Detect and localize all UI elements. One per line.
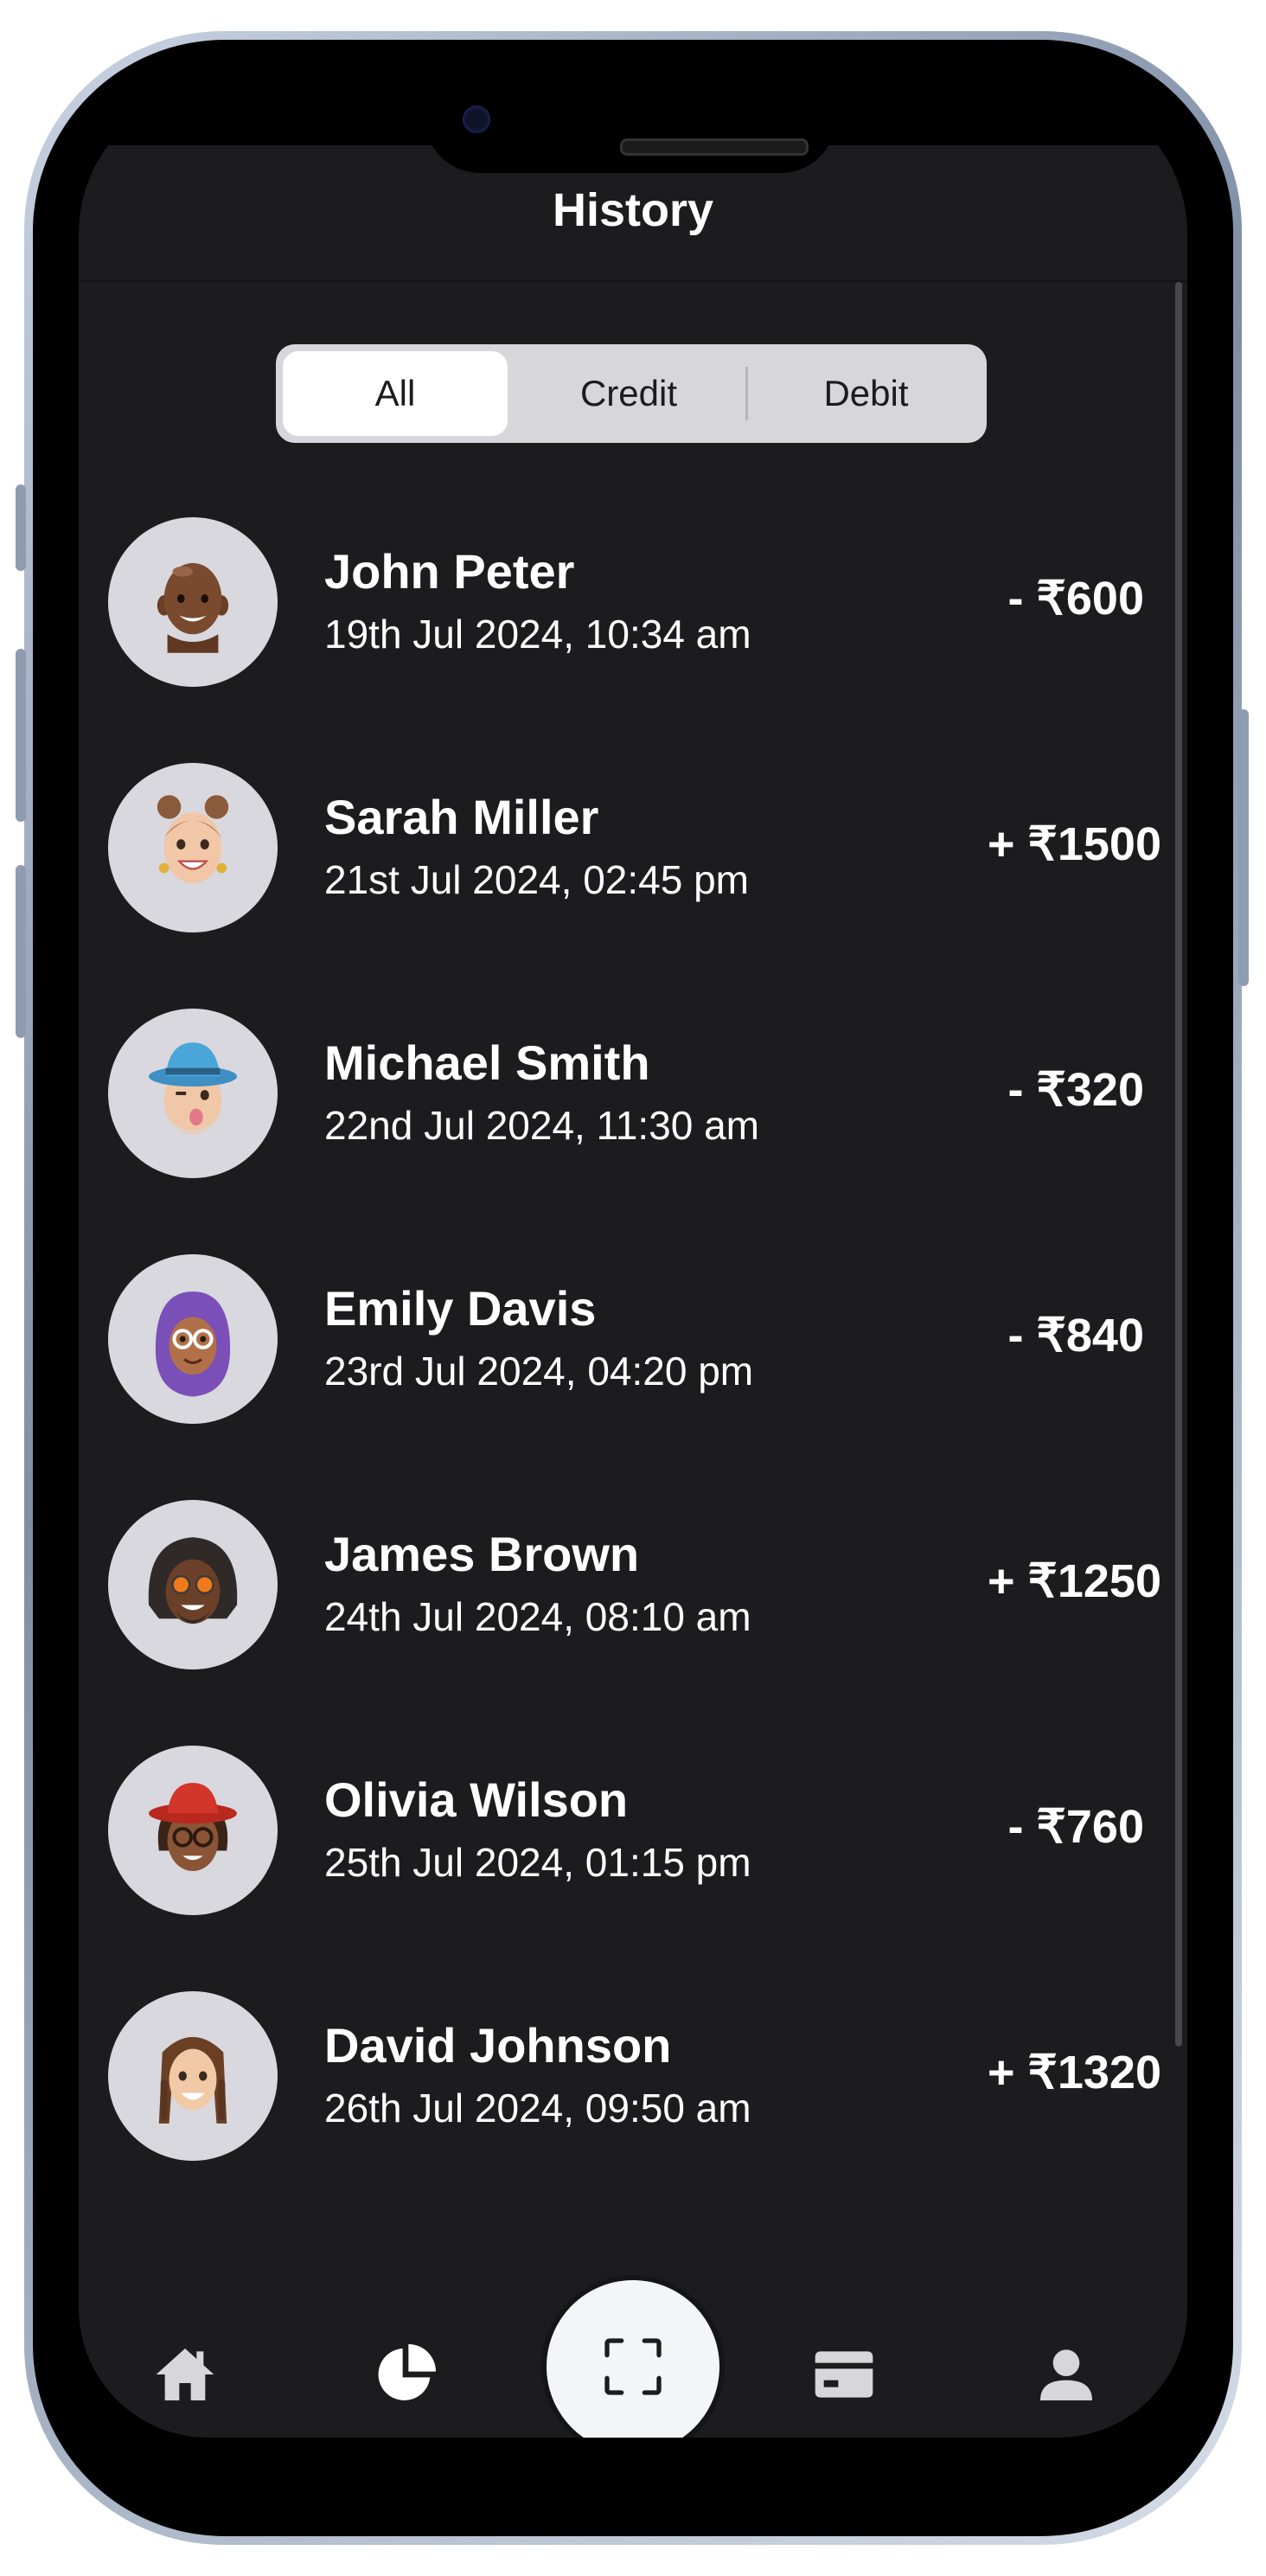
bottom-navigation: [79, 2266, 1187, 2438]
memoji-woman-red-hat-icon: [149, 1783, 237, 1872]
segment-divider: [745, 367, 748, 420]
camera-icon: [463, 106, 490, 133]
transaction-amount: + ₹1500: [987, 818, 1161, 870]
avatar: [108, 1991, 278, 2161]
transaction-date: 21st Jul 2024, 02:45 pm: [324, 857, 749, 902]
transaction-amount: - ₹320: [1007, 1064, 1144, 1116]
side-button-volume-up: [16, 649, 26, 822]
transaction-row[interactable]: Olivia Wilson 25th Jul 2024, 01:15 pm - …: [79, 1746, 1187, 1919]
transaction-name: John Peter: [324, 544, 575, 599]
tab-all[interactable]: All: [283, 351, 508, 436]
transaction-amount: + ₹1250: [987, 1555, 1161, 1607]
transaction-amount: - ₹600: [1007, 573, 1144, 625]
side-button-volume-down: [16, 865, 26, 1038]
transaction-row[interactable]: Sarah Miller 21st Jul 2024, 02:45 pm + ₹…: [79, 763, 1187, 936]
transaction-date: 24th Jul 2024, 08:10 am: [324, 1594, 751, 1639]
side-button-silent: [16, 484, 26, 571]
memoji-man-blue-hat-icon: [149, 1042, 237, 1135]
pie-chart-icon: [378, 2344, 436, 2400]
home-icon: [156, 2349, 214, 2400]
transaction-row[interactable]: James Brown 24th Jul 2024, 08:10 am + ₹1…: [79, 1500, 1187, 1673]
nav-stats[interactable]: [367, 2336, 444, 2413]
page-title: History: [552, 184, 714, 236]
memoji-woman-buns-icon: [157, 795, 229, 884]
memoji-bald-man-icon: [157, 562, 229, 653]
avatar: [108, 1746, 278, 1915]
transaction-date: 23rd Jul 2024, 04:20 pm: [324, 1349, 754, 1394]
avatar: [108, 1500, 278, 1669]
scan-button[interactable]: [547, 2280, 719, 2438]
avatar: [108, 763, 278, 932]
transaction-name: Emily Davis: [324, 1281, 597, 1336]
transaction-date: 26th Jul 2024, 09:50 am: [324, 2086, 751, 2131]
transaction-row[interactable]: Emily Davis 23rd Jul 2024, 04:20 pm - ₹8…: [79, 1254, 1187, 1427]
memoji-woman-hijab-icon: [155, 1291, 231, 1397]
transaction-date: 19th Jul 2024, 10:34 am: [324, 612, 751, 657]
avatar: [108, 1009, 278, 1178]
transaction-amount: - ₹840: [1007, 1310, 1144, 1362]
memoji-man-braids-icon: [158, 2036, 227, 2124]
transaction-name: David Johnson: [324, 2018, 672, 2073]
transaction-row[interactable]: Michael Smith 22nd Jul 2024, 11:30 am - …: [79, 1009, 1187, 1182]
transaction-amount: - ₹760: [1007, 1801, 1144, 1853]
transaction-name: Olivia Wilson: [324, 1772, 629, 1827]
transaction-row[interactable]: John Peter 19th Jul 2024, 10:34 am - ₹60…: [79, 517, 1187, 690]
transaction-name: Sarah Miller: [324, 790, 599, 844]
memoji-man-dreadlocks-icon: [148, 1537, 238, 1624]
transaction-date: 25th Jul 2024, 01:15 pm: [324, 1840, 751, 1885]
nav-profile[interactable]: [1027, 2336, 1105, 2413]
nav-cards[interactable]: [805, 2336, 883, 2413]
transaction-amount: + ₹1320: [987, 2047, 1161, 2099]
tab-credit[interactable]: Credit: [516, 351, 741, 436]
transaction-date: 22nd Jul 2024, 11:30 am: [324, 1103, 759, 1148]
tab-debit[interactable]: Debit: [752, 351, 980, 436]
app-screen: History All Credit Debit John Peter 19th…: [79, 87, 1187, 2438]
nav-home[interactable]: [146, 2336, 224, 2413]
avatar: [108, 1254, 278, 1424]
transaction-row[interactable]: David Johnson 26th Jul 2024, 09:50 am + …: [79, 1991, 1187, 2164]
profile-icon: [1040, 2349, 1092, 2400]
side-button-power: [1238, 709, 1249, 986]
transaction-name: Michael Smith: [324, 1035, 650, 1090]
filter-segmented-control: All Credit Debit: [276, 344, 987, 443]
card-icon: [815, 2351, 873, 2398]
scan-icon: [604, 2338, 662, 2395]
avatar: [108, 517, 278, 687]
transaction-name: James Brown: [324, 1527, 640, 1581]
